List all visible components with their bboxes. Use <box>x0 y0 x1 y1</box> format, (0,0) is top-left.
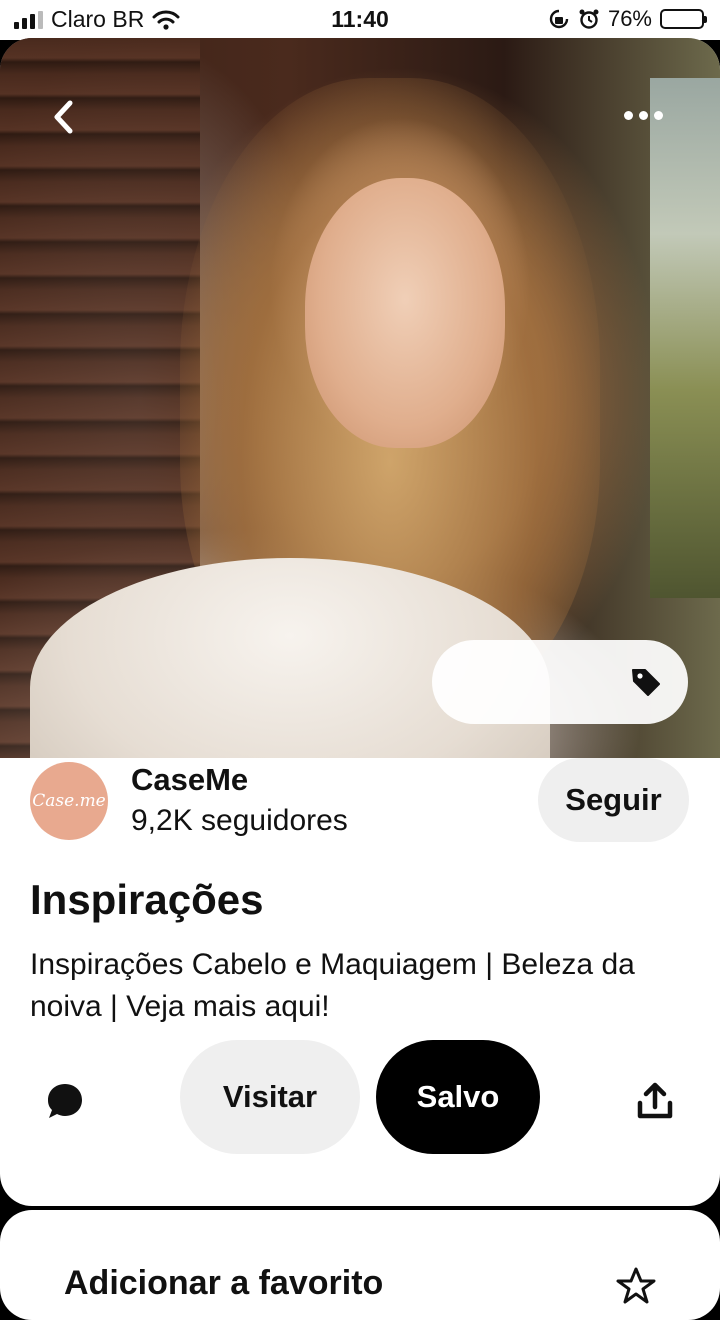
back-button[interactable] <box>30 84 96 150</box>
share-button[interactable] <box>628 1074 682 1128</box>
avatar-logo-text: Case.me <box>32 791 106 811</box>
pin-card <box>0 38 720 1206</box>
more-options-button[interactable] <box>608 90 678 140</box>
creator-avatar[interactable]: Case.me <box>30 762 108 840</box>
next-card-title[interactable]: Adicionar a favorito <box>64 1264 383 1303</box>
share-icon <box>637 1082 673 1119</box>
creator-followers: 9,2K seguidores <box>131 804 348 837</box>
saved-button[interactable]: Salvo <box>376 1040 540 1154</box>
alarm-icon <box>579 9 599 29</box>
battery-icon <box>660 9 707 29</box>
pin-image[interactable] <box>0 38 720 758</box>
star-icon[interactable] <box>616 1266 656 1306</box>
pin-title: Inspirações <box>30 876 264 923</box>
status-right: 76% <box>548 6 707 32</box>
next-card: Adicionar a favorito <box>0 1210 720 1320</box>
comment-button[interactable] <box>40 1076 90 1126</box>
shop-tag-pill[interactable] <box>432 640 688 724</box>
bride-face <box>305 178 505 448</box>
tag-icon <box>632 669 660 696</box>
status-bar: Claro BR 11:40 76% <box>0 0 720 40</box>
visit-button[interactable]: Visitar <box>180 1040 360 1154</box>
window-background <box>650 78 720 598</box>
more-horizontal-icon <box>623 110 633 120</box>
orientation-lock-icon <box>549 9 569 29</box>
pin-description: Inspirações Cabelo e Maquiagem | Beleza … <box>30 948 635 1023</box>
follow-button[interactable]: Seguir <box>538 758 689 842</box>
comment-icon <box>48 1084 82 1118</box>
battery-percent: 76% <box>607 6 652 31</box>
chevron-left-icon <box>54 100 73 134</box>
creator-name[interactable]: CaseMe <box>131 762 248 798</box>
